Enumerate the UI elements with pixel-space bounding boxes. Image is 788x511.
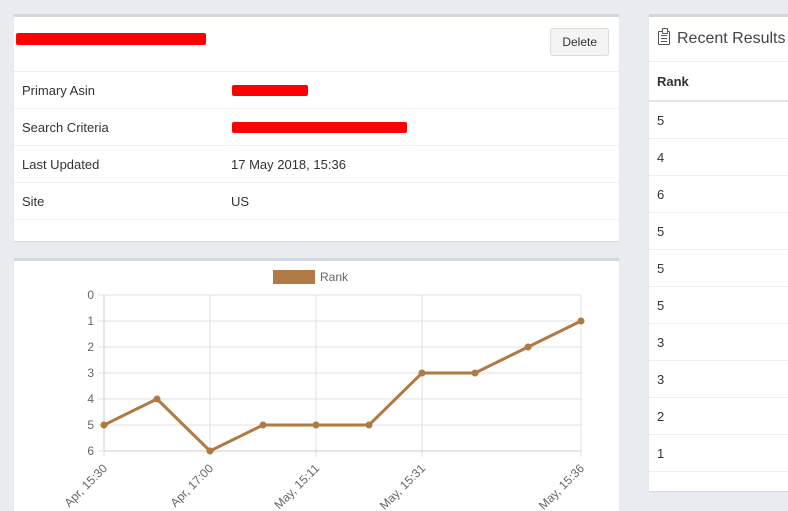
info-label: Search Criteria: [22, 120, 109, 135]
x-tick-label: May, 15:11: [271, 461, 322, 511]
x-tick-label: Apr, 15:30: [62, 461, 111, 510]
cell-second: 2: [688, 138, 788, 176]
y-tick-label: 0: [87, 288, 94, 302]
y-tick-label: 5: [87, 418, 94, 432]
y-tick-label: 4: [87, 392, 94, 406]
rank-chart: 0 1 2 3 4 5 6 Apr, 15:30 Apr, 17:00 May, 15:11 May…: [62, 270, 587, 511]
cell-second: 0: [688, 249, 788, 287]
rank-chart-panel: 0 1 2 3 4 5 6 Apr, 15:30 Apr, 17:00 May, 15:11 May…: [14, 258, 619, 511]
redaction-asin: [232, 85, 308, 96]
info-row-primary-asin: Primary Asin: [14, 72, 619, 109]
x-tick-label: Apr, 17:00: [168, 461, 217, 510]
cell-second: 2: [688, 175, 788, 213]
legend-swatch: [273, 270, 315, 284]
cell-rank: 5: [649, 212, 689, 250]
info-label: Last Updated: [22, 157, 100, 172]
delete-button[interactable]: Delete: [550, 28, 609, 56]
cell-rank: 6: [649, 175, 689, 213]
column-header-rank: Rank: [649, 62, 689, 102]
y-tick-label: 3: [87, 366, 94, 380]
table-header-row: Rank S: [649, 62, 788, 102]
detail-panel: ... ... ... ... Delete Primary Asin Sear…: [14, 14, 619, 241]
y-tick-label: 1: [87, 314, 94, 328]
recent-results-panel: Recent Results Rank S 524262505050303020…: [649, 14, 788, 491]
table-row: 30: [649, 360, 788, 398]
cell-rank: 4: [649, 138, 689, 176]
info-value: 17 May 2018, 15:36: [231, 157, 346, 172]
y-tick-label: 2: [87, 340, 94, 354]
data-point: [206, 447, 214, 455]
cell-rank: 2: [649, 397, 689, 435]
table-row: 52: [649, 101, 788, 139]
data-point: [100, 421, 108, 429]
cell-second: 0: [688, 212, 788, 250]
info-row-search-criteria: Search Criteria: [14, 109, 619, 146]
cell-rank: 3: [649, 360, 689, 398]
cell-rank: 1: [649, 434, 689, 472]
clipboard-icon: [658, 28, 670, 45]
data-point: [365, 421, 373, 429]
recent-results-title-text: Recent Results: [677, 30, 786, 47]
table-row: 50: [649, 249, 788, 287]
table-row: 50: [649, 212, 788, 250]
legend-label: Rank: [320, 270, 349, 284]
data-point: [524, 343, 532, 351]
x-tick-label: May, 15:31: [377, 461, 428, 511]
table-row: 50: [649, 286, 788, 324]
cell-rank: 5: [649, 249, 689, 287]
recent-results-table: Rank S 52426250505030302011: [649, 62, 788, 472]
info-value: US: [231, 194, 250, 209]
detail-header: ... ... ... ... Delete: [14, 17, 619, 72]
data-point: [577, 317, 585, 325]
cell-second: 0: [688, 397, 788, 435]
info-row-site: Site US: [14, 183, 619, 220]
table-row: 11: [649, 434, 788, 472]
cell-second: 0: [688, 286, 788, 324]
data-point: [312, 421, 320, 429]
info-label: Site: [22, 194, 45, 209]
table-row: 62: [649, 175, 788, 213]
info-label: Primary Asin: [22, 83, 95, 98]
info-row-last-updated: Last Updated 17 May 2018, 15:36: [14, 146, 619, 183]
recent-results-header: Recent Results: [649, 17, 788, 62]
column-header-second: S: [688, 62, 788, 102]
table-row: 30: [649, 323, 788, 361]
redaction-search-criteria: [232, 122, 407, 133]
cell-rank: 5: [649, 286, 689, 324]
cell-rank: 5: [649, 101, 689, 139]
redaction-title: [16, 33, 206, 45]
data-point: [153, 395, 161, 403]
series-line-rank: [103, 319, 582, 453]
recent-results-title: Recent Results: [658, 28, 786, 48]
cell-second: 0: [688, 360, 788, 398]
table-row: 42: [649, 138, 788, 176]
cell-second: 2: [688, 101, 788, 139]
cell-second: 0: [688, 323, 788, 361]
table-row: 20: [649, 397, 788, 435]
data-point: [471, 369, 479, 377]
cell-rank: 3: [649, 323, 689, 361]
y-tick-label: 6: [87, 444, 94, 458]
cell-second: 1: [688, 434, 788, 472]
x-tick-label: May, 15:36: [536, 461, 587, 511]
data-point: [259, 421, 267, 429]
data-point: [418, 369, 426, 377]
